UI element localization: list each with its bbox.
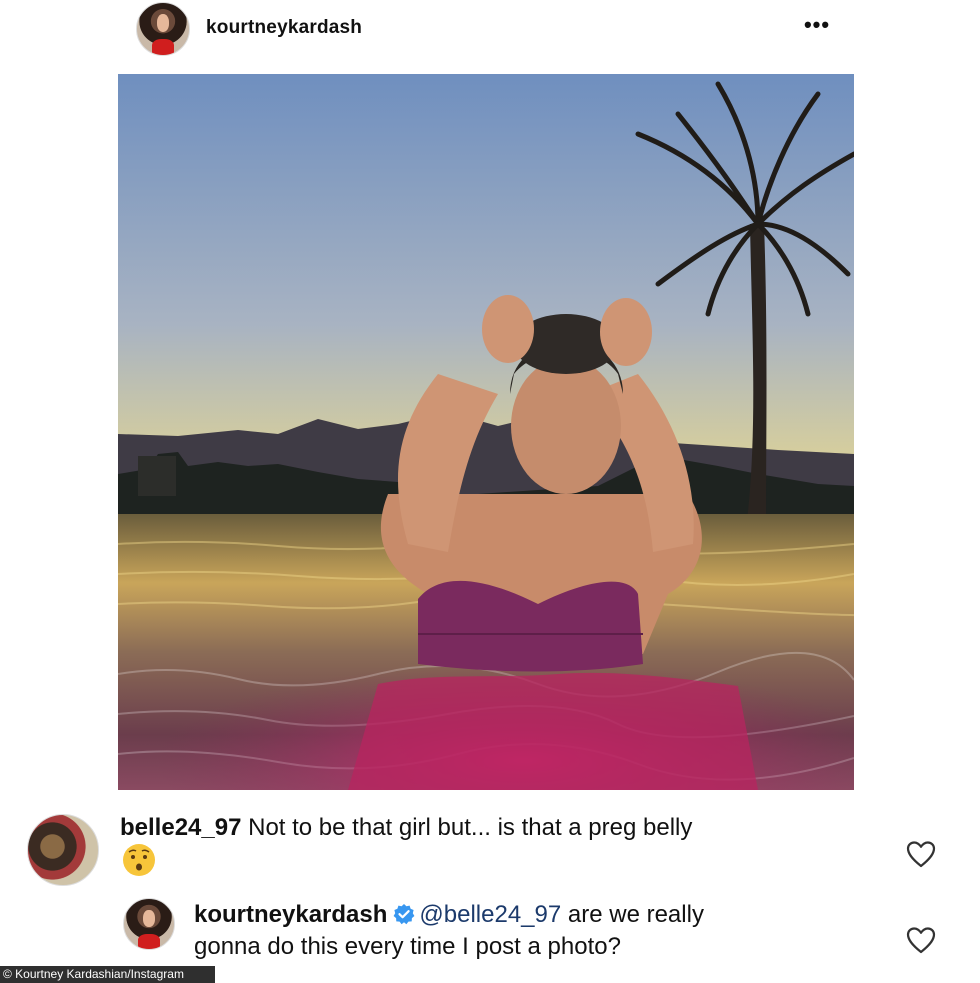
hushed-face-emoji-icon [123, 844, 155, 876]
verified-badge-icon [394, 904, 415, 925]
reply-item: kourtneykardash @belle24_97 are we reall… [0, 896, 980, 966]
commenter-avatar[interactable] [27, 814, 99, 886]
post-username[interactable]: kourtneykardash [206, 17, 362, 39]
reply-mention[interactable]: @belle24_97 [419, 901, 561, 928]
post-photo [118, 74, 854, 790]
comment-body: Not to be that girl but... is that a pre… [248, 814, 693, 841]
heart-outline-icon[interactable] [906, 840, 936, 868]
reply-body-line2: gonna do this every time I post a photo? [194, 933, 621, 960]
reply-author-avatar[interactable] [123, 898, 175, 950]
photo-credit: © Kourtney Kardashian/Instagram [0, 966, 215, 983]
comment-username[interactable]: belle24_97 [120, 814, 241, 841]
comment-text: belle24_97 Not to be that girl but... is… [120, 812, 860, 844]
post-author-avatar[interactable] [136, 2, 190, 56]
heart-outline-icon[interactable] [906, 926, 936, 954]
post-header: kourtneykardash ••• [0, 0, 980, 60]
more-options-icon[interactable]: ••• [801, 14, 833, 40]
reply-text: kourtneykardash @belle24_97 are we reall… [194, 899, 894, 963]
reply-username[interactable]: kourtneykardash [194, 901, 387, 928]
comment-item: belle24_97 Not to be that girl but... is… [0, 806, 980, 896]
reply-body-line1: are we really [567, 901, 704, 928]
